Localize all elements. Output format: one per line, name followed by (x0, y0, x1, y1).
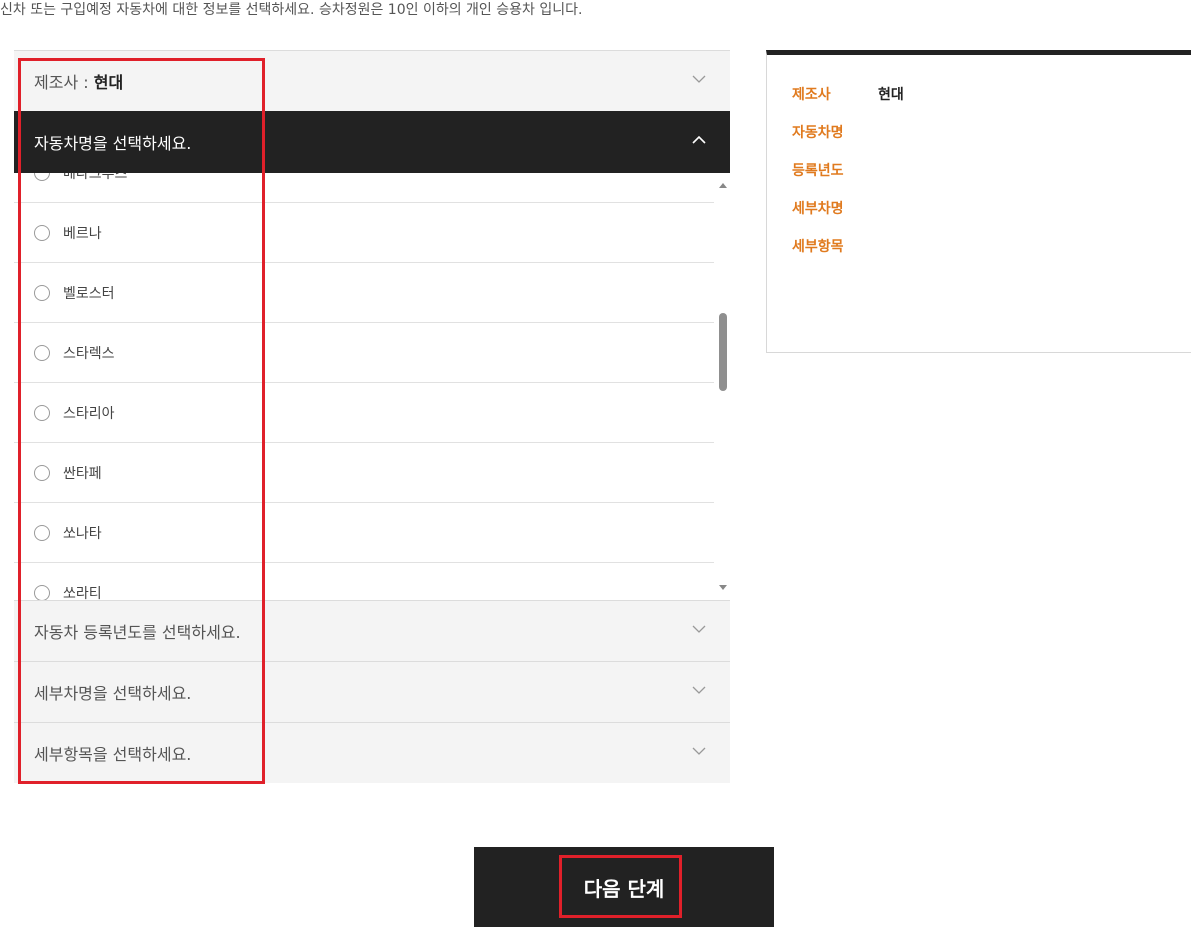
summary-label: 등록년도 (792, 163, 844, 179)
model-option-item[interactable]: 스타리아 (14, 383, 714, 443)
model-option-item[interactable]: 베라크루즈 (14, 173, 714, 203)
maker-selected-value: 현대 (93, 73, 124, 92)
model-list[interactable]: 베라크루즈 베르나 벨로스터 스타렉스 스타리아 싼타페 쏘나타 쏘라티 (14, 173, 730, 600)
summary-value: 현대 (878, 87, 904, 103)
radio-button[interactable] (34, 584, 50, 600)
list-scrollbar[interactable] (715, 173, 730, 600)
model-option-item[interactable]: 쏘라티 (14, 563, 714, 600)
maker-section-label: 제조사 : 현대 (34, 73, 124, 92)
car-selection-accordion: 제조사 : 현대 자동차명을 선택하세요. 베라크루즈 베르나 벨로스터 스타렉… (14, 50, 730, 783)
radio-button[interactable] (34, 344, 50, 361)
chevron-down-icon (692, 747, 706, 759)
scroll-up-arrow-icon[interactable] (719, 183, 727, 188)
summary-label: 세부차명 (792, 201, 844, 217)
summary-row-year: 등록년도 (792, 160, 878, 180)
model-option-label: 싼타페 (63, 465, 102, 482)
summary-label: 자동차명 (792, 125, 844, 141)
radio-button[interactable] (34, 173, 50, 181)
radio-button[interactable] (34, 524, 50, 541)
detail-item-section-header[interactable]: 세부항목을 선택하세요. (14, 722, 730, 783)
model-option-label: 스타렉스 (63, 345, 115, 362)
model-option-label: 쏘나타 (63, 525, 102, 542)
radio-button[interactable] (34, 224, 50, 241)
summary-row-model: 자동차명 (792, 122, 878, 142)
detail-item-section-label: 세부항목을 선택하세요. (34, 745, 192, 764)
model-option-label: 쏘라티 (63, 585, 102, 601)
year-section-header[interactable]: 자동차 등록년도를 선택하세요. (14, 600, 730, 661)
summary-label: 세부항목 (792, 239, 844, 255)
model-option-item[interactable]: 벨로스터 (14, 263, 714, 323)
summary-row-detail-name: 세부차명 (792, 198, 878, 218)
summary-row-maker: 제조사 현대 (792, 84, 904, 104)
model-option-label: 스타리아 (63, 405, 115, 422)
detail-name-section-header[interactable]: 세부차명을 선택하세요. (14, 661, 730, 722)
chevron-up-icon (692, 136, 706, 148)
scroll-down-arrow-icon[interactable] (719, 585, 727, 590)
scrollbar-thumb[interactable] (719, 313, 727, 391)
model-section-label: 자동차명을 선택하세요. (34, 134, 192, 153)
model-option-item[interactable]: 스타렉스 (14, 323, 714, 383)
model-option-label: 베라크루즈 (63, 173, 128, 182)
chevron-down-icon (692, 686, 706, 698)
radio-button[interactable] (34, 404, 50, 421)
chevron-down-icon (692, 625, 706, 637)
year-section-label: 자동차 등록년도를 선택하세요. (34, 623, 241, 642)
summary-label: 제조사 (792, 87, 831, 103)
next-step-button[interactable]: 다음 단계 (474, 847, 774, 927)
intro-text: 신차 또는 구입예정 자동차에 대한 정보를 선택하세요. 승차정원은 10인 … (0, 2, 583, 18)
chevron-down-icon (692, 75, 706, 87)
model-section-header[interactable]: 자동차명을 선택하세요. (14, 111, 730, 173)
model-option-label: 벨로스터 (63, 285, 115, 302)
maker-section-header[interactable]: 제조사 : 현대 (14, 50, 730, 111)
detail-name-section-label: 세부차명을 선택하세요. (34, 684, 192, 703)
model-option-label: 베르나 (63, 225, 102, 242)
radio-button[interactable] (34, 284, 50, 301)
model-option-item[interactable]: 쏘나타 (14, 503, 714, 563)
selection-summary-panel: 제조사 현대 자동차명 등록년도 세부차명 세부항목 (766, 50, 1191, 353)
radio-button[interactable] (34, 464, 50, 481)
model-option-item[interactable]: 베르나 (14, 203, 714, 263)
summary-row-detail-item: 세부항목 (792, 236, 878, 256)
model-option-item[interactable]: 싼타페 (14, 443, 714, 503)
